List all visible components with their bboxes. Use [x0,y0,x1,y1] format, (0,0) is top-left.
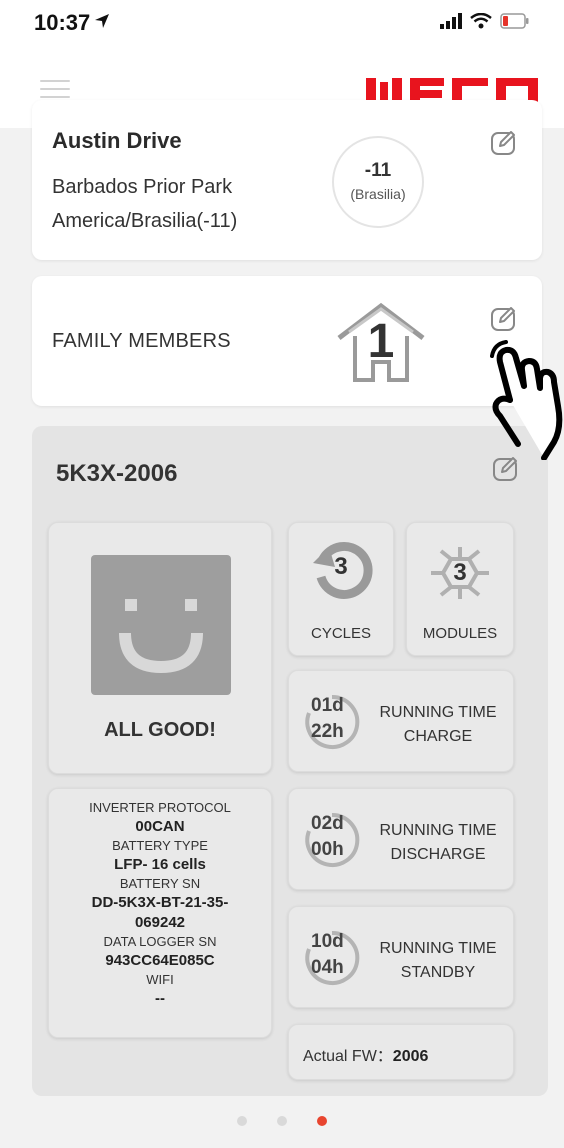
firmware-tile: Actual FW：2006 [288,1024,514,1080]
standby-title-line2: STANDBY [400,964,476,981]
hand-pointer-icon [488,340,564,465]
standby-days: 10d [311,931,344,952]
data-logger-sn-label: DATA LOGGER SN [103,934,217,949]
edit-icon[interactable] [490,128,518,156]
wifi-value: -- [155,990,165,1007]
status-icons [440,12,530,34]
timezone-offset: -11 [364,160,392,181]
device-info-list: INVERTER PROTOCOL 00CAN BATTERY TYPE LFP… [49,799,271,1009]
modules-tile: 3 MODULES [406,522,514,656]
firmware-label: Actual FW： [303,1048,393,1065]
modules-label: MODULES [422,625,498,642]
discharge-title-line2: DISCHARGE [390,846,486,863]
signal-icon [440,13,462,34]
location-address: Barbados Prior Park [52,176,233,198]
edit-icon[interactable] [490,304,518,332]
device-info-tile: INVERTER PROTOCOL 00CAN BATTERY TYPE LFP… [48,788,272,1038]
location-timezone: America/Brasilia(-11) [52,210,238,232]
running-time-discharge-tile: 02d 00h RUNNING TIME DISCHARGE [288,788,514,890]
clock-icon: -11 (Brasilia) [332,136,424,228]
status-time: 10:37 [34,10,91,35]
status-tile: ALL GOOD! [48,522,272,774]
standby-title: RUNNING TIME STANDBY [371,937,505,985]
cycles-value: 3 [334,553,348,580]
charge-hours: 22h [311,721,344,742]
location-arrow-icon [94,13,110,34]
discharge-title-line1: RUNNING TIME [379,822,497,839]
page-indicator [0,1116,564,1126]
family-member-count: 1 [367,315,395,368]
inverter-protocol-label: INVERTER PROTOCOL [89,800,231,815]
cycles-tile: 3 CYCLES [288,522,394,656]
location-name: Austin Drive [52,128,182,153]
running-time-standby-tile: 10d 04h RUNNING TIME STANDBY [288,906,514,1008]
battery-sn-value-line1: DD-5K3X-BT-21-35- [91,894,229,911]
smiley-icon [91,555,231,695]
wifi-icon [470,12,492,34]
modules-value: 3 [453,559,467,586]
timezone-name: (Brasilia) [350,186,406,202]
charge-days: 01d [311,695,344,716]
family-members-label: FAMILY MEMBERS [52,330,231,352]
location-card[interactable]: Austin Drive Barbados Prior Park America… [32,100,542,260]
firmware-value: 2006 [392,1048,429,1065]
discharge-hours: 00h [311,839,344,860]
battery-sn-value-line2: 069242 [134,914,186,931]
firmware-text: Actual FW：2006 [303,1042,428,1066]
battery-icon [500,13,530,34]
charge-title-line1: RUNNING TIME [379,704,497,721]
inverter-protocol-value: 00CAN [135,818,185,835]
charge-title-line2: CHARGE [403,728,473,745]
family-members-card[interactable]: FAMILY MEMBERS 1 [32,276,542,406]
device-title: 5K3X-2006 [56,460,178,487]
battery-sn-label: BATTERY SN [119,876,201,891]
discharge-days: 02d [311,813,344,834]
wifi-label: WIFI [146,972,174,987]
charge-title: RUNNING TIME CHARGE [371,701,505,749]
page-dot[interactable] [237,1116,247,1126]
device-panel: 5K3X-2006 ALL GOOD! 3 CYCLES 3 MODULES 0… [32,426,548,1096]
data-logger-sn-value: 943CC64E085C [105,952,215,969]
standby-hours: 04h [311,957,344,978]
standby-title-line1: RUNNING TIME [379,940,497,957]
battery-type-value: LFP- 16 cells [114,856,206,873]
running-time-charge-tile: 01d 22h RUNNING TIME CHARGE [288,670,514,772]
page-dot[interactable] [277,1116,287,1126]
discharge-title: RUNNING TIME DISCHARGE [371,819,505,867]
cycles-label: CYCLES [310,625,372,642]
menu-icon[interactable] [40,80,70,100]
page-dot-active[interactable] [317,1116,327,1126]
status-text: ALL GOOD! [104,719,216,741]
battery-type-label: BATTERY TYPE [112,838,208,853]
status-bar: 10:37 [0,0,564,44]
